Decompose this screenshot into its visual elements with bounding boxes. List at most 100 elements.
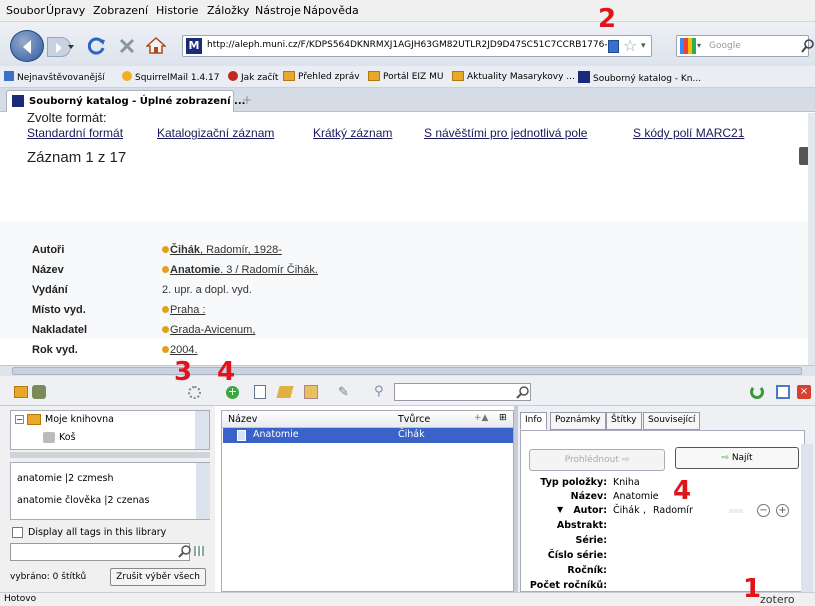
field-value-author-first[interactable]: Radomír bbox=[653, 505, 693, 516]
menu-help[interactable]: Nápověda bbox=[303, 4, 359, 17]
title-link[interactable]: Anatomie bbox=[170, 264, 220, 276]
publisher-link[interactable]: Grada-Avicenum, bbox=[170, 324, 255, 336]
stop-icon[interactable] bbox=[118, 37, 136, 55]
format-labels-link[interactable]: S návěštími pro jednotlivá pole bbox=[424, 126, 587, 140]
find-button[interactable]: ⇨ Najít bbox=[675, 447, 799, 469]
page-vertical-scrollbar[interactable] bbox=[808, 113, 815, 365]
menu-file[interactable]: Soubor bbox=[6, 4, 45, 17]
place-link[interactable]: Praha : bbox=[170, 304, 205, 316]
new-note-icon[interactable] bbox=[276, 386, 294, 398]
trash-icon bbox=[43, 432, 55, 443]
google-engine-icon[interactable] bbox=[680, 38, 696, 54]
tag-item[interactable]: anatomie |2 czmesh bbox=[17, 473, 114, 484]
bullet-icon bbox=[162, 306, 169, 313]
menu-tools[interactable]: Nástroje bbox=[255, 4, 301, 17]
author-link[interactable]: Čihák bbox=[170, 244, 200, 256]
new-group-icon[interactable] bbox=[32, 385, 46, 399]
tag-actions-icon[interactable] bbox=[194, 546, 204, 556]
bookmark-most-visited[interactable]: Nejnavštěvovanější bbox=[4, 71, 105, 83]
menu-edit[interactable]: Úpravy bbox=[46, 4, 85, 17]
field-value-item-type[interactable]: Kniha bbox=[613, 477, 640, 488]
menu-bookmarks[interactable]: Záložky bbox=[207, 4, 249, 17]
history-dropdown-icon[interactable] bbox=[66, 40, 76, 54]
edition-value: 2. upr. a dopl. vyd. bbox=[162, 284, 252, 296]
scroll-thumb[interactable] bbox=[12, 367, 802, 375]
search-box[interactable]: ▾ Google bbox=[676, 35, 809, 57]
zotero-save-icon[interactable] bbox=[608, 40, 619, 53]
advanced-search-icon[interactable]: ⚲ bbox=[374, 384, 384, 399]
format-standard-link[interactable]: Standardní formát bbox=[27, 126, 123, 140]
collections-scrollbar[interactable] bbox=[195, 411, 209, 449]
annotation-number: 4 bbox=[673, 476, 692, 506]
status-text: Hotovo bbox=[4, 594, 37, 604]
remove-author-icon[interactable]: − bbox=[757, 504, 770, 517]
year-link[interactable]: 2004. bbox=[170, 344, 198, 356]
view-button[interactable]: Prohlédnout ⇨ bbox=[529, 449, 665, 471]
author-rest[interactable]: , Radomír, 1928- bbox=[200, 244, 282, 256]
tab-info[interactable]: Info bbox=[520, 412, 548, 430]
zotero-logo[interactable]: zotero bbox=[760, 593, 795, 606]
bookmark-portal[interactable]: Portál EIZ MU bbox=[368, 71, 443, 82]
column-picker-icon[interactable]: ⊞ bbox=[499, 413, 507, 423]
actions-gear-icon[interactable] bbox=[188, 386, 201, 399]
column-creator[interactable]: Tvůrce bbox=[398, 414, 430, 425]
field-mode-icon[interactable] bbox=[729, 509, 743, 513]
bookmark-news-muni[interactable]: Aktuality Masarykovy ... bbox=[452, 71, 575, 82]
menu-history[interactable]: Historie bbox=[156, 4, 198, 17]
bookmark-star-icon[interactable]: ☆ bbox=[623, 36, 637, 55]
collapse-icon[interactable]: − bbox=[15, 415, 24, 424]
title-rest[interactable]: . 3 / Radomír Čihák. bbox=[220, 264, 318, 276]
field-value-title[interactable]: Anatomie bbox=[613, 491, 659, 502]
fullscreen-icon[interactable] bbox=[776, 385, 790, 399]
field-value-author-last[interactable]: Čihák bbox=[613, 505, 640, 516]
column-title[interactable]: Název bbox=[228, 414, 257, 425]
engine-dropdown-icon[interactable]: ▾ bbox=[697, 41, 701, 50]
search-icon[interactable] bbox=[801, 38, 815, 54]
tags-scrollbar[interactable] bbox=[196, 463, 210, 519]
collection-my-library[interactable]: Moje knihovna bbox=[45, 414, 114, 425]
tab-catalog[interactable]: Souborný katalog - Úplné zobrazení ... bbox=[6, 90, 245, 112]
new-item-icon[interactable]: + bbox=[226, 386, 239, 399]
menu-view[interactable]: Zobrazení bbox=[93, 4, 148, 17]
add-by-identifier-icon[interactable] bbox=[254, 385, 266, 399]
item-pane-scrollbar[interactable] bbox=[801, 444, 813, 592]
items-search-input[interactable] bbox=[394, 383, 531, 401]
back-button[interactable] bbox=[10, 30, 44, 62]
tab-tags[interactable]: Štítky bbox=[606, 412, 642, 430]
bookmark-catalog[interactable]: Souborný katalog - Kn... bbox=[578, 71, 701, 84]
format-cataloging-link[interactable]: Katalogizační záznam bbox=[157, 126, 274, 140]
pane-splitter[interactable] bbox=[10, 452, 210, 458]
display-all-tags-checkbox[interactable] bbox=[12, 527, 23, 538]
bookmark-getting-started[interactable]: Jak začít bbox=[228, 71, 278, 83]
add-author-icon[interactable]: + bbox=[776, 504, 789, 517]
attachment-icon[interactable] bbox=[304, 385, 318, 399]
tab-related[interactable]: Související bbox=[643, 412, 701, 430]
site-favicon-icon: M bbox=[186, 38, 202, 54]
field-label: Číslo série: bbox=[547, 550, 607, 561]
reload-icon[interactable] bbox=[88, 37, 106, 55]
bookmark-squirrelmail[interactable]: SquirrelMail 1.4.17 bbox=[122, 71, 219, 83]
item-row-selected[interactable]: Anatomie Čihák bbox=[223, 428, 513, 443]
item-title: Anatomie bbox=[253, 429, 299, 440]
url-bar[interactable]: M http://aleph.muni.cz/F/KDPS564DKNRMXJ1… bbox=[182, 35, 652, 57]
url-dropdown-icon[interactable]: ▾ bbox=[641, 41, 646, 51]
collection-trash[interactable]: Koš bbox=[59, 432, 76, 443]
new-collection-icon[interactable] bbox=[14, 386, 28, 398]
format-marc21-link[interactable]: S kódy polí MARC21 bbox=[633, 126, 744, 140]
menu-bar: Soubor Úpravy Zobrazení Historie Záložky… bbox=[0, 0, 815, 22]
tag-filter-input[interactable] bbox=[10, 543, 190, 561]
deselect-all-button[interactable]: Zrušit výběr všech bbox=[110, 568, 206, 586]
tag-item[interactable]: anatomie člověka |2 czenas bbox=[17, 495, 149, 506]
tab-notes[interactable]: Poznámky bbox=[550, 412, 606, 430]
page-horizontal-scrollbar[interactable] bbox=[0, 365, 815, 376]
home-icon[interactable] bbox=[146, 36, 166, 55]
close-icon[interactable]: × bbox=[797, 385, 811, 399]
collections-tree[interactable]: − Moje knihovna Koš bbox=[10, 410, 210, 450]
link-icon[interactable]: ✎ bbox=[338, 385, 352, 400]
format-short-link[interactable]: Krátký záznam bbox=[313, 126, 392, 140]
sync-icon[interactable] bbox=[750, 385, 764, 399]
bookmark-news[interactable]: Přehled zpráv bbox=[283, 71, 360, 82]
side-tab-icon[interactable] bbox=[799, 147, 808, 165]
new-tab-button[interactable]: + bbox=[242, 93, 252, 107]
field-label: Typ položky: bbox=[540, 477, 607, 488]
